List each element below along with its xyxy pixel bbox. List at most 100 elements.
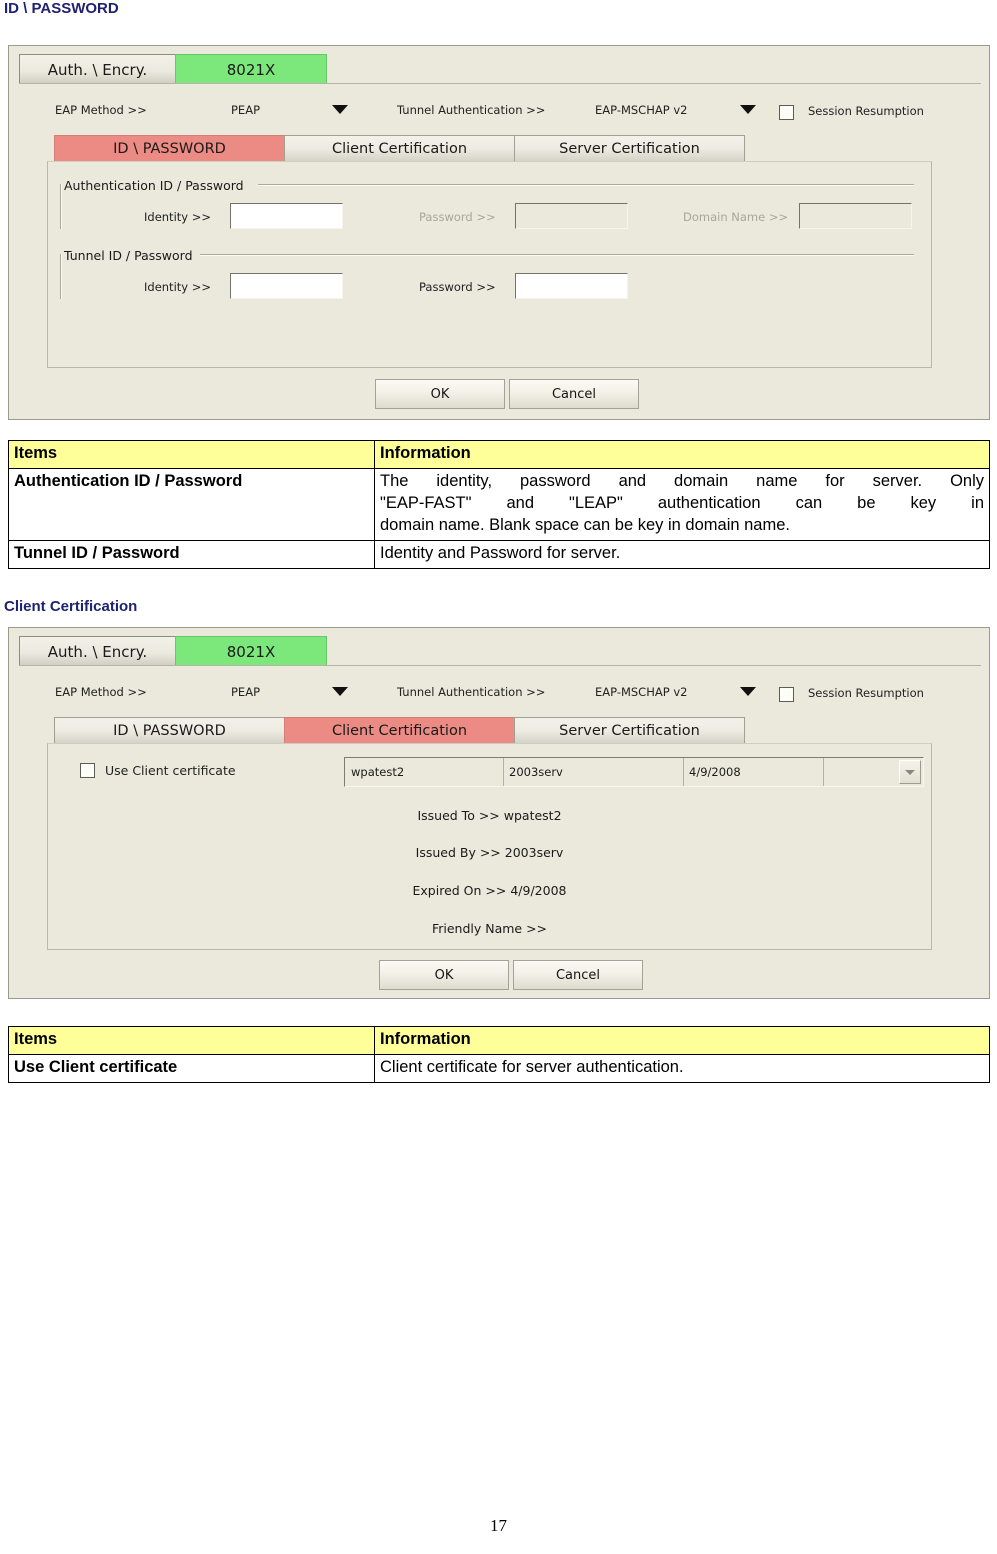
cancel-button-label: Cancel — [551, 386, 597, 402]
cert-detail-issued-to-label: Issued To >> — [417, 808, 500, 823]
session-resumption-checkbox[interactable] — [779, 105, 794, 120]
top-tab-underline — [19, 83, 981, 84]
tunnel-auth-chevron-down-icon[interactable] — [740, 105, 756, 114]
tunnel-auth-label: Tunnel Authentication >> — [397, 103, 546, 117]
eap-method-value[interactable]: PEAP — [231, 103, 260, 117]
use-client-certificate-checkbox[interactable] — [80, 763, 95, 778]
table-header-items-2: Items — [8, 1026, 375, 1055]
table-cell-info: Identity and Password for server. — [374, 539, 990, 569]
cert-detail-issued-by-label: Issued By >> — [415, 845, 501, 860]
inner-tab-server-certification-label: Server Certification — [559, 141, 700, 157]
inner-tab-strip: ID \ PASSWORD Client Certification Serve… — [54, 135, 745, 162]
table-cell-item-2: Use Client certificate — [8, 1053, 375, 1083]
cancel-button-2[interactable]: Cancel — [513, 960, 643, 990]
cert-detail-issued-to: Issued To >> wpatest2 — [48, 808, 931, 823]
tunnel-identity-label: Identity >> — [144, 280, 212, 294]
auth-identity-input[interactable] — [230, 203, 343, 229]
eap-method-chevron-down-icon-2[interactable] — [332, 687, 348, 696]
group-edge-authentication — [60, 184, 62, 229]
ok-button-2-label: OK — [434, 967, 454, 983]
tunnel-identity-input[interactable] — [230, 273, 343, 299]
section-heading-client-certification: Client Certification — [4, 598, 138, 615]
cert-combo-col-issued-by: 2003serv — [503, 758, 684, 786]
cert-detail-expired-on-value: 4/9/2008 — [510, 883, 567, 898]
top-tab-strip: Auth. \ Encry. 8021X — [19, 54, 327, 84]
ok-button-2[interactable]: OK — [379, 960, 509, 990]
group-line-authentication — [258, 184, 914, 186]
inner-content-panel: Authentication ID / Password Identity >>… — [47, 161, 932, 368]
inner-tab-id-password-2-label: ID \ PASSWORD — [113, 723, 226, 739]
inner-content-panel-2: Use Client certificate wpatest2 2003serv… — [47, 743, 932, 950]
inner-tab-id-password[interactable]: ID \ PASSWORD — [54, 135, 285, 162]
cert-combo-col-issued-to: wpatest2 — [345, 758, 504, 786]
eap-method-chevron-down-icon[interactable] — [332, 105, 348, 114]
tunnel-auth-value-2[interactable]: EAP-MSCHAP v2 — [595, 685, 687, 699]
cert-combo-expired-on-value: 4/9/2008 — [689, 765, 741, 779]
session-resumption-checkbox-2[interactable] — [779, 687, 794, 702]
top-tab-auth-encry-2[interactable]: Auth. \ Encry. — [19, 636, 176, 666]
auth-password-label: Password >> — [419, 210, 496, 224]
session-resumption-checkbox-inner — [781, 107, 792, 118]
table-cell-item: Authentication ID / Password — [8, 467, 375, 541]
auth-password-input[interactable] — [515, 203, 628, 229]
table-cell-info: The identity, password and domain name f… — [374, 467, 990, 541]
cert-detail-issued-to-value: wpatest2 — [503, 808, 562, 823]
tunnel-auth-value[interactable]: EAP-MSCHAP v2 — [595, 103, 687, 117]
dialog-8021x-client-certification: Auth. \ Encry. 8021X EAP Method >> PEAP … — [8, 627, 990, 999]
inner-tab-server-certification-2-label: Server Certification — [559, 723, 700, 739]
table-row: Tunnel ID / Password Identity and Passwo… — [8, 539, 990, 569]
table-header-row: Items Information — [8, 440, 990, 469]
cancel-button-2-label: Cancel — [555, 967, 601, 983]
info-table-id-password: Items Information Authentication ID / Pa… — [8, 440, 990, 569]
auth-domain-name-label: Domain Name >> — [683, 210, 789, 224]
page-number: 17 — [490, 1516, 507, 1535]
inner-tab-client-certification[interactable]: Client Certification — [284, 135, 515, 162]
use-client-certificate-label: Use Client certificate — [105, 763, 236, 778]
inner-tab-server-certification-2[interactable]: Server Certification — [514, 717, 745, 744]
client-certificate-combo[interactable]: wpatest2 2003serv 4/9/2008 — [344, 757, 924, 787]
table-cell-item: Tunnel ID / Password — [8, 539, 375, 569]
cert-detail-issued-by: Issued By >> 2003serv — [48, 845, 931, 860]
eap-method-label-2: EAP Method >> — [55, 685, 147, 699]
cancel-button[interactable]: Cancel — [509, 379, 639, 409]
inner-tab-id-password-2[interactable]: ID \ PASSWORD — [54, 717, 285, 744]
cert-combo-col-friendly-name — [823, 758, 899, 786]
table-row: Authentication ID / Password The identit… — [8, 467, 990, 541]
top-tab-auth-encry-2-label: Auth. \ Encry. — [47, 642, 148, 661]
inner-tab-id-password-label: ID \ PASSWORD — [113, 141, 226, 157]
group-title-tunnel-id-password: Tunnel ID / Password — [60, 248, 197, 263]
top-tab-underline-2 — [19, 665, 981, 666]
tunnel-auth-label-2: Tunnel Authentication >> — [397, 685, 546, 699]
top-tab-8021x-2-label: 8021X — [226, 642, 276, 661]
info-line-3: domain name. Blank space can be key in d… — [380, 515, 790, 534]
cert-combo-issued-by-value: 2003serv — [509, 765, 563, 779]
session-resumption-label-2: Session Resumption — [808, 686, 924, 700]
chevron-down-icon — [905, 770, 915, 775]
table-header-information: Information — [374, 440, 990, 469]
inner-tab-strip-2: ID \ PASSWORD Client Certification Serve… — [54, 717, 745, 744]
eap-method-value-2[interactable]: PEAP — [231, 685, 260, 699]
ok-button[interactable]: OK — [375, 379, 505, 409]
inner-tab-server-certification[interactable]: Server Certification — [514, 135, 745, 162]
tunnel-password-label: Password >> — [419, 280, 496, 294]
ok-button-label: OK — [430, 386, 450, 402]
auth-domain-name-input[interactable] — [799, 203, 912, 229]
tunnel-auth-chevron-down-icon-2[interactable] — [740, 687, 756, 696]
table-row: Use Client certificate Client certificat… — [8, 1053, 990, 1083]
top-tab-8021x-2[interactable]: 8021X — [175, 636, 327, 666]
table-cell-info-2: Client certificate for server authentica… — [374, 1053, 990, 1083]
top-tab-auth-encry-label: Auth. \ Encry. — [47, 60, 148, 79]
session-resumption-checkbox-2-inner — [781, 689, 792, 700]
dialog-8021x-id-password: Auth. \ Encry. 8021X EAP Method >> PEAP … — [8, 45, 990, 420]
cert-combo-dropdown-button[interactable] — [899, 760, 921, 784]
inner-tab-client-certification-2[interactable]: Client Certification — [284, 717, 515, 744]
top-tab-auth-encry[interactable]: Auth. \ Encry. — [19, 54, 176, 84]
eap-method-label: EAP Method >> — [55, 103, 147, 117]
top-tab-8021x[interactable]: 8021X — [175, 54, 327, 84]
top-tab-8021x-label: 8021X — [226, 60, 276, 79]
cert-detail-expired-on: Expired On >> 4/9/2008 — [48, 883, 931, 898]
top-tab-strip-2: Auth. \ Encry. 8021X — [19, 636, 327, 666]
section-heading-id-password: ID \ PASSWORD — [4, 0, 119, 17]
cert-detail-friendly-name: Friendly Name >> — [48, 921, 931, 936]
tunnel-password-input[interactable] — [515, 273, 628, 299]
